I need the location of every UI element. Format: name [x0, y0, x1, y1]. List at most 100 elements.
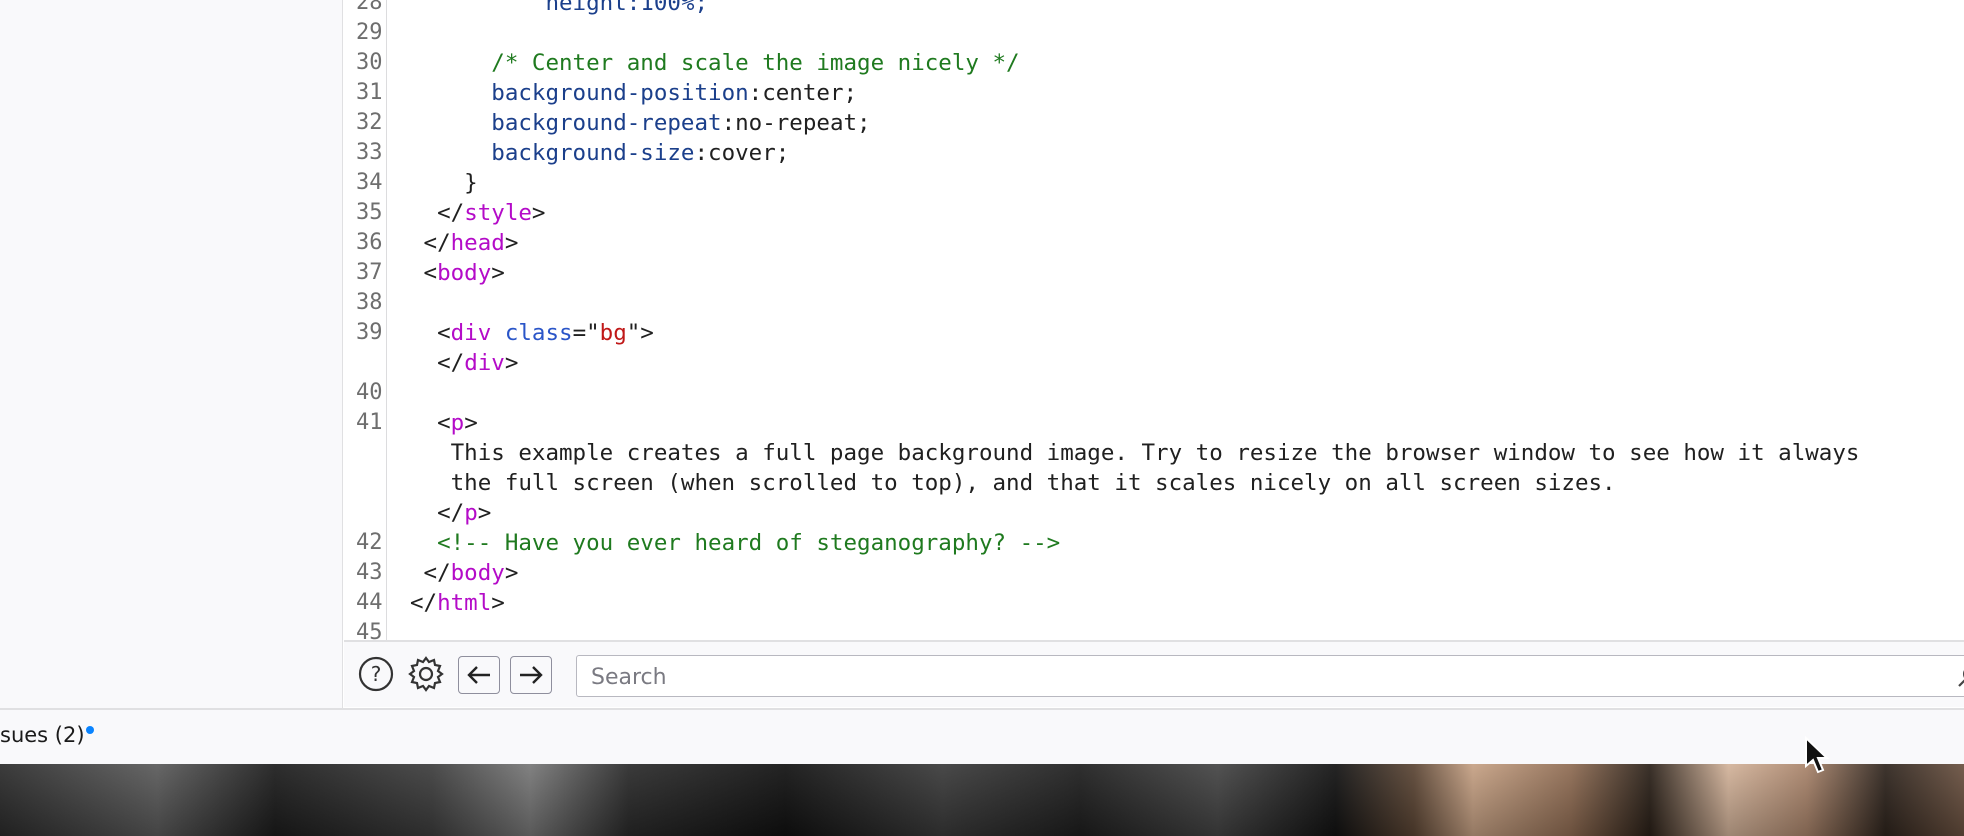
code-token: :no-repeat;: [721, 110, 871, 136]
line-number: 43: [356, 560, 383, 585]
code-line[interactable]: 31 background-position:center;: [344, 78, 1964, 108]
code-token: bg: [599, 320, 627, 346]
code-token: >: [464, 410, 478, 436]
code-line[interactable]: </div>: [344, 348, 1964, 378]
code-text: </style>: [410, 198, 545, 228]
line-number: 45: [356, 620, 383, 640]
code-token: This example creates a full page backgro…: [410, 440, 1860, 466]
line-number: 30: [356, 50, 383, 75]
code-token: </: [410, 230, 451, 256]
code-line[interactable]: 34 }: [344, 168, 1964, 198]
code-token: >: [504, 350, 519, 376]
code-line[interactable]: the full screen (when scrolled to top), …: [344, 468, 1964, 498]
svg-text:?: ?: [371, 662, 382, 686]
code-token: <: [410, 410, 451, 436]
line-number: 33: [356, 140, 383, 165]
code-token: =": [572, 320, 600, 346]
find-bar: ?: [344, 640, 1964, 707]
code-token: </: [410, 200, 465, 226]
code-token: div: [450, 320, 492, 346]
left-panel: [0, 0, 343, 708]
code-token: :center;: [748, 80, 858, 106]
line-number: 38: [356, 290, 383, 315]
code-line[interactable]: 39 <div class="bg">: [344, 318, 1964, 348]
code-text: }: [410, 168, 478, 198]
line-number: 40: [356, 380, 383, 405]
code-text: </p>: [410, 498, 491, 528]
code-line[interactable]: 28 height:100%;: [344, 0, 1964, 18]
gear-icon[interactable]: [406, 654, 446, 694]
code-token: >: [531, 200, 546, 226]
code-token: html: [437, 590, 492, 616]
code-token: <: [410, 320, 451, 346]
code-line[interactable]: </p>: [344, 498, 1964, 528]
code-token: p: [450, 410, 465, 436]
source-editor[interactable]: 28 height:100%; 29 30 /* Center and scale …: [344, 0, 1964, 640]
code-token: p: [464, 500, 478, 526]
arrow-right-icon[interactable]: [510, 656, 552, 694]
code-token: <: [410, 260, 438, 286]
code-token: <!-- Have you ever heard of steganograph…: [437, 530, 1061, 556]
code-text: <div class="bg">: [410, 318, 654, 348]
line-number: 36: [356, 230, 383, 255]
line-number: 44: [356, 590, 383, 615]
code-token: </: [410, 500, 465, 526]
code-token: >: [491, 260, 505, 286]
code-line[interactable]: 30 /* Center and scale the image nicely …: [344, 48, 1964, 78]
search-box[interactable]: [576, 655, 1964, 697]
code-token: class: [504, 320, 573, 346]
code-text: <!-- Have you ever heard of steganograph…: [410, 528, 1060, 558]
line-number: 41: [356, 410, 383, 435]
code-line[interactable]: 42 <!-- Have you ever heard of steganogr…: [344, 528, 1964, 558]
code-line[interactable]: 37 <body>: [344, 258, 1964, 288]
code-token: ">: [626, 320, 654, 346]
console-toolbar: sues (2): [0, 708, 1964, 764]
code-token: </: [410, 560, 451, 586]
code-text: background-size:cover;: [410, 138, 789, 168]
code-token: body: [437, 260, 492, 286]
code-token: >: [491, 590, 505, 616]
line-number: 39: [356, 320, 383, 345]
code-token: background-size: [491, 140, 695, 166]
code-token: /* Center and scale the image nicely */: [491, 50, 1020, 76]
line-number: 31: [356, 80, 383, 105]
code-line[interactable]: 44 </html>: [344, 588, 1964, 618]
code-area[interactable]: 28 height:100%; 29 30 /* Center and scale …: [344, 0, 1964, 640]
code-text: This example creates a full page backgro…: [410, 438, 1860, 468]
search-input[interactable]: [589, 660, 1913, 694]
issues-tab[interactable]: sues (2): [0, 720, 85, 750]
code-token: >: [504, 230, 519, 256]
code-line[interactable]: 29: [344, 18, 1964, 48]
code-line[interactable]: 33 background-size:cover;: [344, 138, 1964, 168]
code-line[interactable]: 45: [344, 618, 1964, 640]
code-token: head: [450, 230, 505, 256]
code-token: </: [410, 590, 438, 616]
code-token: div: [464, 350, 505, 376]
code-line[interactable]: This example creates a full page backgro…: [344, 438, 1964, 468]
code-text: </div>: [410, 348, 518, 378]
code-text: </html>: [410, 588, 505, 618]
line-number: 42: [356, 530, 383, 555]
code-line[interactable]: 35 </style>: [344, 198, 1964, 228]
code-line[interactable]: 38: [344, 288, 1964, 318]
arrow-left-icon[interactable]: [458, 656, 500, 694]
help-icon[interactable]: ?: [356, 654, 396, 694]
code-line[interactable]: 43 </body>: [344, 558, 1964, 588]
code-text: <body>: [410, 258, 505, 288]
code-text: background-position:center;: [410, 78, 857, 108]
code-line[interactable]: 40: [344, 378, 1964, 408]
code-text: /* Center and scale the image nicely */: [410, 48, 1020, 78]
code-line[interactable]: 36 </head>: [344, 228, 1964, 258]
code-line[interactable]: 32 background-repeat:no-repeat;: [344, 108, 1964, 138]
code-token: style: [464, 200, 532, 226]
code-line[interactable]: 41 <p>: [344, 408, 1964, 438]
line-number: 35: [356, 200, 383, 225]
code-text: </body>: [410, 558, 519, 588]
code-text: background-repeat:no-repeat;: [410, 108, 871, 138]
search-icon: [1957, 664, 1964, 695]
code-token: }: [410, 170, 478, 196]
